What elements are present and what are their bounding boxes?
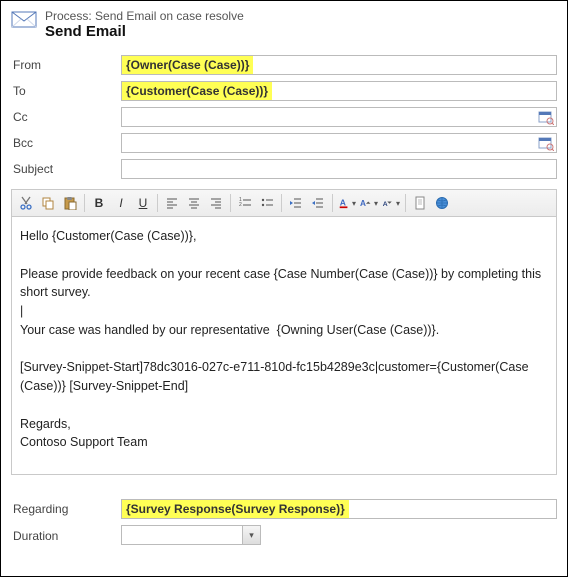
row-regarding: Regarding {Survey Response(Survey Respon… <box>11 499 557 519</box>
paste-button[interactable] <box>60 193 80 213</box>
cc-input[interactable] <box>121 107 557 127</box>
font-shrink-button[interactable]: A <box>381 193 401 213</box>
email-form-window: Process: Send Email on case resolve Send… <box>0 0 568 577</box>
field-to[interactable]: {Customer(Case (Case))} <box>121 81 557 101</box>
regarding-value[interactable]: {Survey Response(Survey Response)} <box>122 500 349 518</box>
page-title: Send Email <box>45 23 244 41</box>
label-subject: Subject <box>11 162 121 176</box>
align-left-button[interactable] <box>162 193 182 213</box>
label-cc: Cc <box>11 110 121 124</box>
row-bcc: Bcc <box>11 133 557 153</box>
editor-toolbar: B I U 12 A A <box>11 189 557 217</box>
label-to: To <box>11 84 121 98</box>
duration-value <box>122 526 242 544</box>
header: Process: Send Email on case resolve Send… <box>11 9 557 41</box>
outdent-button[interactable] <box>286 193 306 213</box>
svg-text:A: A <box>360 199 366 208</box>
align-center-button[interactable] <box>184 193 204 213</box>
row-subject: Subject <box>11 159 557 179</box>
field-regarding[interactable]: {Survey Response(Survey Response)} <box>121 499 557 519</box>
chevron-down-icon[interactable]: ▾ <box>242 526 260 544</box>
cut-button[interactable] <box>16 193 36 213</box>
bcc-input[interactable] <box>121 133 557 153</box>
unordered-list-button[interactable] <box>257 193 277 213</box>
svg-text:2: 2 <box>239 202 242 208</box>
bcc-lookup-icon[interactable] <box>538 135 554 151</box>
subject-input[interactable] <box>121 159 557 179</box>
mail-icon <box>11 9 37 29</box>
label-bcc: Bcc <box>11 136 121 150</box>
row-duration: Duration ▾ <box>11 525 557 547</box>
row-to: To {Customer(Case (Case))} <box>11 81 557 101</box>
copy-button[interactable] <box>38 193 58 213</box>
cc-lookup-icon[interactable] <box>538 109 554 125</box>
process-line: Process: Send Email on case resolve <box>45 9 244 23</box>
hyperlink-button[interactable] <box>432 193 452 213</box>
from-value[interactable]: {Owner(Case (Case))} <box>122 56 253 74</box>
duration-select[interactable]: ▾ <box>121 525 261 545</box>
insert-button[interactable] <box>410 193 430 213</box>
underline-button[interactable]: U <box>133 193 153 213</box>
row-cc: Cc <box>11 107 557 127</box>
italic-button[interactable]: I <box>111 193 131 213</box>
font-grow-button[interactable]: A <box>359 193 379 213</box>
font-color-button[interactable]: A <box>337 193 357 213</box>
email-body-editor[interactable]: Hello {Customer(Case (Case))}, Please pr… <box>11 217 557 475</box>
svg-text:A: A <box>340 198 346 208</box>
svg-text:A: A <box>383 201 388 208</box>
label-duration: Duration <box>11 529 121 543</box>
label-regarding: Regarding <box>11 502 121 516</box>
bottom-section: Regarding {Survey Response(Survey Respon… <box>11 499 557 547</box>
bold-button[interactable]: B <box>89 193 109 213</box>
label-from: From <box>11 58 121 72</box>
to-value[interactable]: {Customer(Case (Case))} <box>122 82 272 100</box>
align-right-button[interactable] <box>206 193 226 213</box>
field-from[interactable]: {Owner(Case (Case))} <box>121 55 557 75</box>
indent-button[interactable] <box>308 193 328 213</box>
row-from: From {Owner(Case (Case))} <box>11 55 557 75</box>
ordered-list-button[interactable]: 12 <box>235 193 255 213</box>
